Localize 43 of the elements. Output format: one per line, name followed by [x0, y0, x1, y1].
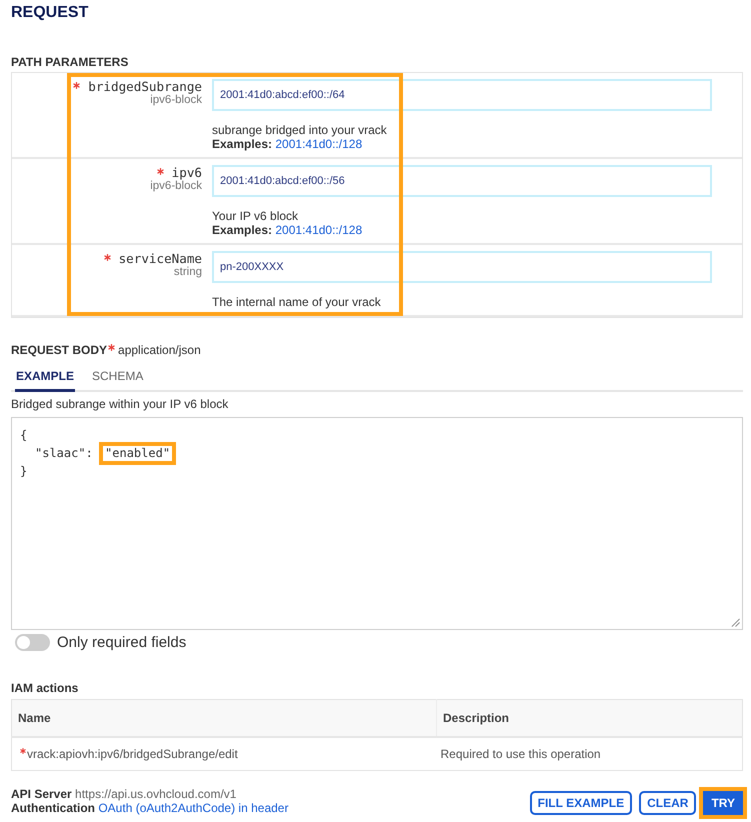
- try-button[interactable]: TRY: [703, 791, 743, 815]
- section-heading: PATH PARAMETERS: [11, 54, 130, 70]
- section-heading: IAM actions: [11, 681, 80, 695]
- json-value: "enabled": [105, 446, 170, 460]
- json-key: "slaac":: [35, 446, 93, 460]
- api-server-label: API Server: [11, 787, 72, 801]
- section-heading: REQUEST BODY: [11, 343, 108, 357]
- column-header: Description: [436, 700, 742, 737]
- parameter-name: bridgedSubrange: [88, 79, 202, 94]
- toggle-label: Only required fields: [57, 634, 186, 651]
- table-cell: Required to use this operation: [436, 737, 742, 770]
- parameter-description: Your IP v6 block: [212, 209, 300, 223]
- value-input[interactable]: 2001:41d0:abcd:ef00::/56: [212, 165, 712, 197]
- toggle-switch[interactable]: [15, 634, 50, 651]
- content-type-label: application/json: [118, 343, 201, 357]
- example-link[interactable]: 2001:41d0::/128: [275, 137, 362, 151]
- authentication-label: Authentication: [11, 801, 95, 815]
- value-input[interactable]: pn-200XXXX: [212, 251, 712, 283]
- tab[interactable]: SCHEMA: [91, 364, 144, 392]
- code-brace: {: [20, 428, 28, 442]
- example-link[interactable]: 2001:41d0::/128: [275, 223, 362, 237]
- parameter-type: ipv6-block: [150, 180, 202, 193]
- examples-label: Examples:: [212, 137, 272, 151]
- code-brace: }: [20, 464, 28, 478]
- parameter-type: ipv6-block: [150, 94, 202, 107]
- action-button[interactable]: CLEAR: [639, 791, 696, 815]
- value-input[interactable]: 2001:41d0:abcd:ef00::/64: [212, 79, 712, 111]
- json-editor[interactable]: { "slaac": "enabled" }: [11, 417, 743, 630]
- parameter-description: The internal name of your vrack: [212, 295, 382, 309]
- parameter-name: ipv6: [172, 165, 202, 180]
- action-name: vrack:apiovh:ipv6/bridgedSubrange/edit: [27, 747, 238, 761]
- authentication-link[interactable]: OAuth (oAuth2AuthCode) in header: [98, 801, 288, 815]
- column-header: Name: [12, 700, 436, 737]
- parameter-description: subrange bridged into your vrack: [212, 123, 388, 137]
- examples-label: Examples:: [212, 223, 272, 237]
- page-title: REQUEST: [11, 3, 90, 23]
- parameter-type: string: [174, 266, 202, 279]
- parameter-name: serviceName: [118, 251, 202, 266]
- body-description: Bridged subrange within your IP v6 block: [11, 397, 230, 411]
- api-server-url: https://api.us.ovhcloud.com/v1: [75, 787, 236, 801]
- tab[interactable]: EXAMPLE: [15, 364, 76, 392]
- resize-handle-icon[interactable]: [731, 618, 740, 627]
- action-button[interactable]: FILL EXAMPLE: [530, 791, 632, 815]
